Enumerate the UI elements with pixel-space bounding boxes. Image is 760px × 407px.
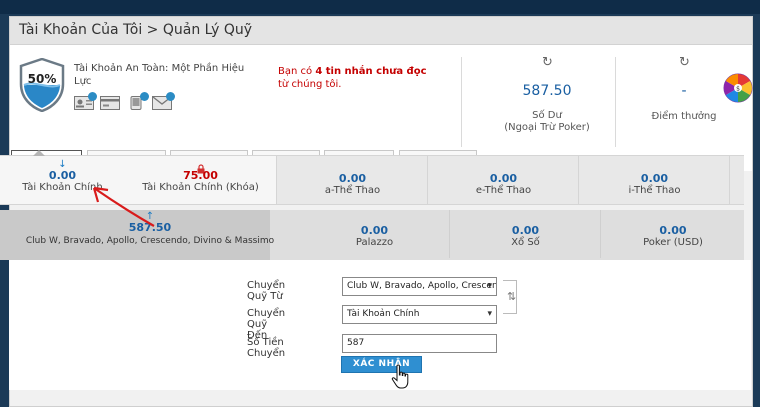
- id-card-icon[interactable]: [74, 92, 97, 110]
- lucky-wheel-icon[interactable]: $: [723, 73, 753, 103]
- bank-card-icon[interactable]: [100, 95, 120, 110]
- security-percent: 50%: [27, 72, 57, 86]
- swap-direction-control[interactable]: ⇅: [503, 280, 517, 314]
- refresh-balance-icon[interactable]: ↻: [542, 55, 553, 70]
- annotation-arrow-icon: [80, 178, 158, 230]
- transfer-form: Chuyển Quỹ Từ Club W, Bravado, Apollo, C…: [9, 260, 751, 390]
- wallet-value: 0.00: [659, 224, 687, 237]
- from-select-value: Club W, Bravado, Apollo, Crescendo: [347, 281, 497, 291]
- phone-icon[interactable]: [126, 92, 149, 110]
- balance-label: Số Dư: [532, 110, 562, 121]
- wallet-a-sports[interactable]: 0.00 a-Thể Thao: [278, 156, 428, 204]
- wallet-value: 0.00: [489, 172, 518, 185]
- wallet-palazzo[interactable]: 0.00 Palazzo: [300, 210, 450, 258]
- swap-arrows-icon: ⇅: [507, 290, 517, 303]
- security-status-label: Tài Khoản An Toàn: Một Phần Hiệu Lực: [74, 63, 245, 87]
- security-shield-icon: 50%: [19, 57, 65, 113]
- wallet-label: a-Thể Thao: [324, 185, 381, 196]
- wallet-lottery[interactable]: 0.00 Xổ Số: [451, 210, 601, 258]
- account-info-box: 50% Tài Khoản An Toàn: Một Phần Hiệu Lực…: [10, 45, 753, 176]
- wallet-value: 0.00: [511, 224, 540, 237]
- svg-text:$: $: [736, 86, 740, 93]
- email-icon[interactable]: [152, 92, 175, 110]
- top-band: [0, 0, 760, 14]
- selected-caret-icon: [33, 150, 45, 156]
- wallet-label: e-Thể Thao: [475, 185, 532, 196]
- hand-cursor-icon: [391, 364, 411, 390]
- verified-check-icon: [88, 92, 97, 101]
- wallet-value: 0.00: [338, 172, 367, 185]
- info-divider: [615, 57, 616, 147]
- from-label: Chuyển Quỹ Từ: [247, 280, 286, 302]
- wallet-label: Poker (USD): [643, 237, 703, 248]
- points-label: Điểm thưởng: [651, 111, 717, 122]
- unread-messages-notice[interactable]: Bạn có 4 tin nhắn chưa đọc từ chúng tôi.: [278, 65, 438, 91]
- wallet-value: 0.00: [640, 172, 669, 185]
- title-bar: Tài Khoản Của Tôi > Quản Lý Quỹ: [10, 17, 752, 45]
- wallet-label: i-Thể Thao: [628, 185, 681, 196]
- wallet-selected-arrow-icon: ↓: [58, 159, 67, 170]
- wallet-value: 0.00: [360, 224, 389, 237]
- message-suffix: từ chúng tôi.: [278, 79, 342, 90]
- message-highlight: 4 tin nhắn chưa đọc: [315, 66, 427, 77]
- chevron-down-icon: ▾: [487, 281, 492, 291]
- balance-sublabel: (Ngoại Trừ Poker): [504, 122, 590, 133]
- balance-value: 587.50: [522, 83, 572, 99]
- message-prefix: Bạn có: [278, 66, 316, 77]
- refresh-points-icon[interactable]: ↻: [679, 55, 690, 70]
- verified-check-icon: [166, 92, 175, 101]
- wallet-poker-usd[interactable]: 0.00 Poker (USD): [602, 210, 744, 258]
- verified-check-icon: [140, 92, 149, 101]
- amount-label: Số Tiền Chuyển: [247, 337, 286, 359]
- wallet-i-sports[interactable]: 0.00 i-Thể Thao: [580, 156, 730, 204]
- wallet-label: Palazzo: [355, 237, 394, 248]
- to-select-value: Tài Khoản Chính: [347, 309, 420, 319]
- amount-input[interactable]: 587: [342, 334, 497, 353]
- wallet-label: Xổ Số: [511, 237, 540, 248]
- to-select[interactable]: Tài Khoản Chính ▾: [342, 305, 497, 324]
- from-select[interactable]: Club W, Bravado, Apollo, Crescendo ▾: [342, 277, 497, 296]
- lock-icon: [125, 156, 276, 174]
- wallet-label: Club W, Bravado, Apollo, Crescendo, Divi…: [25, 236, 275, 246]
- chevron-down-icon: ▾: [487, 309, 492, 319]
- breadcrumb: Tài Khoản Của Tôi > Quản Lý Quỹ: [19, 22, 253, 38]
- wallet-e-sports[interactable]: 0.00 e-Thể Thao: [429, 156, 579, 204]
